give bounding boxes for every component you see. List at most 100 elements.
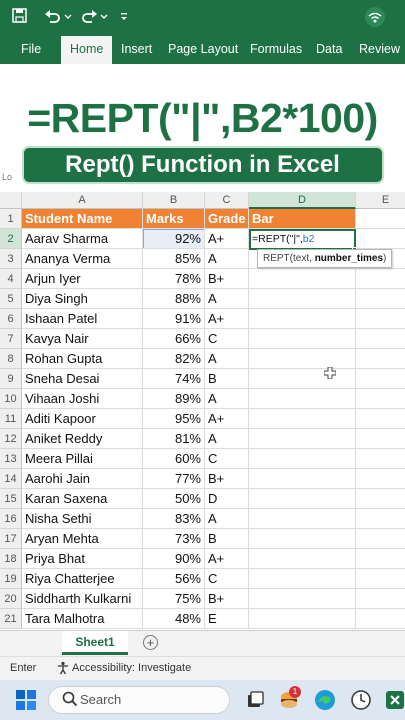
table-cell[interactable] — [249, 529, 356, 549]
table-cell[interactable]: 66% — [143, 329, 205, 349]
row-header[interactable]: 17 — [0, 529, 22, 549]
table-cell[interactable] — [356, 509, 405, 529]
table-cell[interactable] — [356, 529, 405, 549]
table-cell[interactable]: Diya Singh — [22, 289, 143, 309]
cell-edit-formula[interactable]: =REPT("|",b2 — [252, 231, 314, 247]
table-cell[interactable]: D — [205, 489, 249, 509]
table-cell[interactable]: Priya Bhat — [22, 549, 143, 569]
table-cell[interactable]: A — [205, 509, 249, 529]
table-cell[interactable] — [356, 609, 405, 629]
row-header[interactable]: 20 — [0, 589, 22, 609]
table-cell[interactable]: 75% — [143, 589, 205, 609]
row-header[interactable]: 10 — [0, 389, 22, 409]
table-cell[interactable]: Siddharth Kulkarni — [22, 589, 143, 609]
table-cell[interactable]: 95% — [143, 409, 205, 429]
row-header[interactable]: 9 — [0, 369, 22, 389]
row-header[interactable]: 6 — [0, 309, 22, 329]
accessibility-status[interactable]: Accessibility: Investigate — [72, 662, 191, 674]
table-cell[interactable]: 89% — [143, 389, 205, 409]
row-header[interactable]: 8 — [0, 349, 22, 369]
save-icon[interactable] — [12, 8, 27, 28]
table-cell[interactable] — [249, 269, 356, 289]
table-cell[interactable]: 88% — [143, 289, 205, 309]
table-cell[interactable]: A — [205, 349, 249, 369]
table-cell[interactable]: A+ — [205, 549, 249, 569]
table-cell[interactable] — [356, 569, 405, 589]
table-cell[interactable]: A — [205, 389, 249, 409]
table-cell[interactable]: C — [205, 329, 249, 349]
table-cell[interactable] — [356, 469, 405, 489]
row-header[interactable]: 13 — [0, 449, 22, 469]
table-cell[interactable]: Tara Malhotra — [22, 609, 143, 629]
table-cell[interactable]: B+ — [205, 269, 249, 289]
table-cell[interactable]: 74% — [143, 369, 205, 389]
table-cell[interactable]: B — [205, 529, 249, 549]
table-cell[interactable] — [249, 569, 356, 589]
column-header-b[interactable]: B — [143, 192, 205, 209]
table-cell[interactable] — [356, 229, 405, 249]
tab-page-layout[interactable]: Page Layout — [168, 42, 238, 56]
name-box[interactable]: Lo — [2, 172, 12, 182]
table-cell[interactable] — [249, 349, 356, 369]
table-cell[interactable] — [356, 489, 405, 509]
table-cell[interactable]: Aryan Mehta — [22, 529, 143, 549]
table-cell[interactable] — [249, 449, 356, 469]
edge-browser-icon[interactable] — [314, 689, 336, 711]
table-cell[interactable] — [249, 489, 356, 509]
table-cell[interactable]: C — [205, 449, 249, 469]
tab-formulas[interactable]: Formulas — [250, 42, 302, 56]
table-cell[interactable] — [356, 269, 405, 289]
table-cell[interactable] — [356, 309, 405, 329]
table-cell[interactable]: Aarav Sharma — [22, 229, 143, 249]
table-cell[interactable]: Riya Chatterjee — [22, 569, 143, 589]
table-cell[interactable]: 85% — [143, 249, 205, 269]
redo-icon[interactable] — [80, 8, 98, 29]
table-cell[interactable]: 56% — [143, 569, 205, 589]
table-cell[interactable] — [356, 289, 405, 309]
row-header[interactable]: 16 — [0, 509, 22, 529]
add-sheet-button[interactable]: + — [143, 635, 158, 650]
select-all-corner[interactable] — [0, 192, 22, 209]
column-header-c[interactable]: C — [205, 192, 249, 209]
header-cell[interactable]: Bar — [249, 209, 356, 229]
table-cell[interactable]: E — [205, 609, 249, 629]
row-header[interactable]: 2 — [0, 229, 22, 249]
table-cell[interactable]: Ishaan Patel — [22, 309, 143, 329]
header-cell[interactable]: Grade — [205, 209, 249, 229]
table-cell[interactable]: B+ — [205, 469, 249, 489]
column-header-d[interactable]: D — [249, 192, 356, 209]
tab-review[interactable]: Review — [359, 42, 400, 56]
table-cell[interactable] — [249, 289, 356, 309]
table-cell[interactable]: Nisha Sethi — [22, 509, 143, 529]
table-cell[interactable] — [356, 349, 405, 369]
table-cell[interactable]: Aarohi Jain — [22, 469, 143, 489]
sheet-tab-sheet1[interactable]: Sheet1 — [62, 631, 128, 655]
table-cell[interactable] — [249, 589, 356, 609]
table-cell[interactable]: A — [205, 429, 249, 449]
table-cell[interactable]: A — [205, 249, 249, 269]
table-cell[interactable] — [356, 369, 405, 389]
table-cell[interactable] — [356, 429, 405, 449]
tab-home[interactable]: Home — [61, 36, 113, 64]
table-cell[interactable] — [249, 329, 356, 349]
undo-icon[interactable] — [44, 8, 62, 29]
table-cell[interactable]: A — [205, 289, 249, 309]
table-cell[interactable]: Aditi Kapoor — [22, 409, 143, 429]
table-cell[interactable]: 90% — [143, 549, 205, 569]
row-header[interactable]: 3 — [0, 249, 22, 269]
table-cell[interactable]: C — [205, 569, 249, 589]
function-signature-tooltip[interactable]: REPT(text, number_times) — [257, 249, 393, 268]
accessibility-icon[interactable] — [56, 661, 70, 678]
table-cell[interactable]: 48% — [143, 609, 205, 629]
windows-start-icon[interactable] — [16, 690, 36, 710]
row-header[interactable]: 1 — [0, 209, 22, 229]
table-cell[interactable] — [356, 329, 405, 349]
table-cell[interactable]: Meera Pillai — [22, 449, 143, 469]
table-cell[interactable]: Ananya Verma — [22, 249, 143, 269]
table-cell[interactable]: 60% — [143, 449, 205, 469]
table-cell[interactable] — [356, 409, 405, 429]
table-cell[interactable] — [249, 509, 356, 529]
row-header[interactable]: 18 — [0, 549, 22, 569]
table-cell[interactable]: B+ — [205, 589, 249, 609]
row-header[interactable]: 21 — [0, 609, 22, 629]
